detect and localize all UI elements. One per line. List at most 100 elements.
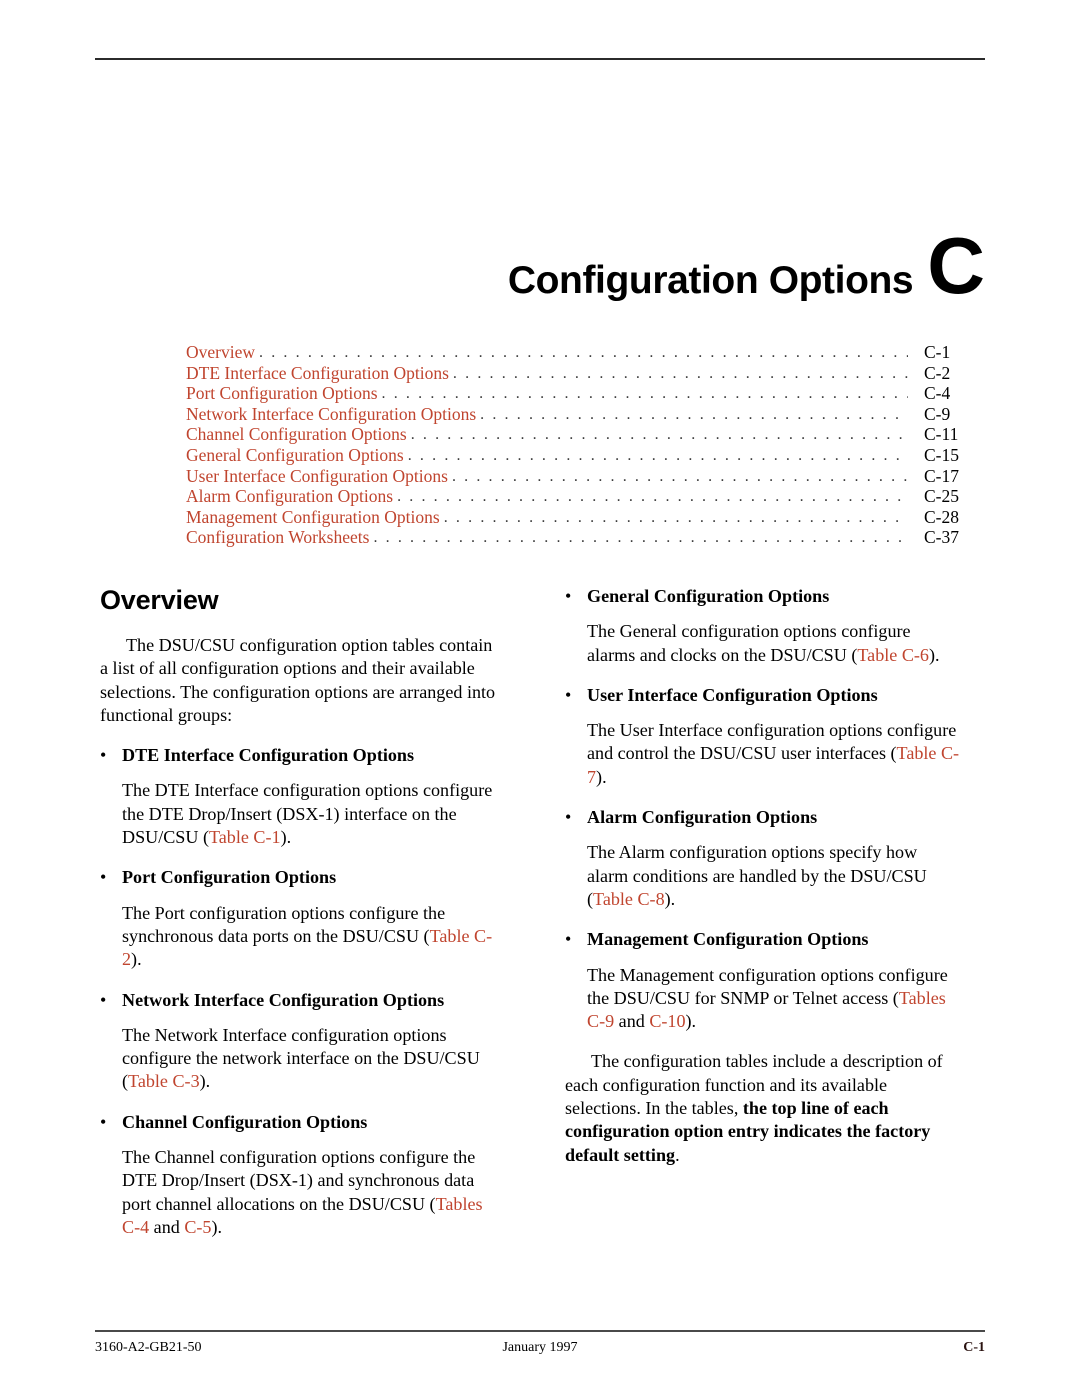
bullet-body-text: ). bbox=[928, 644, 940, 665]
bullet-body-text: The Port configuration options configure… bbox=[122, 902, 446, 946]
toc-leader-dots: . . . . . . . . . . . . . . . . . . . . … bbox=[381, 385, 908, 403]
toc-entry-label: Configuration Worksheets bbox=[186, 527, 370, 548]
toc-entry[interactable]: Management Configuration Options . . . .… bbox=[186, 506, 986, 529]
toc-entry-page: C-17 bbox=[924, 465, 959, 486]
bullet-body-text: ). bbox=[211, 1216, 223, 1237]
cross-reference-link[interactable]: C-10 bbox=[649, 1011, 685, 1031]
footer-page-number: C-1 bbox=[963, 1340, 985, 1355]
cross-reference-link[interactable]: Table C-8 bbox=[593, 889, 665, 909]
toc-entry-label: Port Configuration Options bbox=[186, 383, 378, 404]
toc-leader-dots: . . . . . . . . . . . . . . . . . . . . … bbox=[259, 344, 908, 361]
page-footer: 3160-A2-GB21-50 January 1997 C-1 bbox=[95, 1340, 985, 1364]
bullet-body-text: The Management configuration options con… bbox=[587, 964, 948, 1008]
bullet-item: • Port Configuration Options bbox=[100, 866, 496, 889]
bullet-dot-icon: • bbox=[100, 1111, 107, 1132]
table-of-contents: Overview . . . . . . . . . . . . . . . .… bbox=[186, 342, 986, 549]
cross-reference-link[interactable]: C-5 bbox=[184, 1217, 211, 1237]
bullet-body: The Alarm configuration options specify … bbox=[587, 841, 961, 911]
toc-entry-page: C-4 bbox=[924, 383, 951, 404]
bullet-dot-icon: • bbox=[100, 867, 107, 888]
overview-intro-paragraph: The DSU/CSU configuration option tables … bbox=[100, 635, 496, 725]
toc-entry[interactable]: Overview . . . . . . . . . . . . . . . .… bbox=[186, 342, 986, 364]
toc-leader-dots: . . . . . . . . . . . . . . . . . . . . … bbox=[373, 529, 908, 547]
toc-leader-dots: . . . . . . . . . . . . . . . . . . . . … bbox=[452, 364, 908, 382]
document-page: Configuration Options C Overview . . . . … bbox=[0, 0, 1080, 1397]
toc-entry-page: C-15 bbox=[924, 444, 959, 465]
cross-reference-link[interactable]: Table C-6 bbox=[857, 645, 929, 665]
toc-entry-label: User Interface Configuration Options bbox=[186, 465, 448, 486]
bullet-body-text: and bbox=[614, 1011, 650, 1032]
closing-text-after: . bbox=[675, 1144, 680, 1165]
bullet-body: The User Interface configuration options… bbox=[587, 719, 961, 789]
bullet-heading: Management Configuration Options bbox=[587, 929, 869, 950]
bullet-body: The Network Interface configuration opti… bbox=[122, 1024, 496, 1094]
cross-reference-link[interactable]: Table C-3 bbox=[128, 1071, 200, 1091]
bullet-body: The Management configuration options con… bbox=[587, 964, 961, 1034]
toc-entry[interactable]: Port Configuration Options . . . . . . .… bbox=[186, 384, 986, 405]
bullet-body: The DTE Interface configuration options … bbox=[122, 779, 496, 849]
toc-entry-page: C-2 bbox=[924, 362, 951, 383]
bullet-body-text: ). bbox=[596, 766, 607, 787]
toc-leader-dots: . . . . . . . . . . . . . . . . . . . . … bbox=[480, 405, 908, 423]
footer-rule bbox=[95, 1330, 985, 1332]
chapter-letter: C bbox=[927, 221, 985, 310]
toc-entry[interactable]: General Configuration Options . . . . . … bbox=[186, 444, 986, 467]
bullet-heading: General Configuration Options bbox=[587, 586, 830, 606]
bullet-heading: Alarm Configuration Options bbox=[587, 807, 818, 828]
toc-entry-page: C-1 bbox=[924, 342, 951, 362]
page-title: Overview bbox=[100, 585, 219, 615]
toc-entry-page: C-9 bbox=[924, 403, 951, 424]
right-column: • General Configuration Options The Gene… bbox=[565, 585, 961, 1184]
bullet-body-text: ). bbox=[199, 1071, 211, 1092]
bullet-dot-icon: • bbox=[565, 807, 572, 828]
bullet-body: The Port configuration options configure… bbox=[122, 902, 496, 972]
toc-entry-label: General Configuration Options bbox=[186, 444, 404, 465]
chapter-title: Configuration Options C bbox=[95, 226, 985, 306]
toc-entry[interactable]: Configuration Worksheets . . . . . . . .… bbox=[186, 528, 986, 549]
bullet-item: • Management Configuration Options bbox=[565, 928, 961, 951]
bullet-item: • DTE Interface Configuration Options bbox=[100, 744, 496, 767]
bullet-body-text: ). bbox=[664, 888, 676, 909]
toc-entry[interactable]: Channel Configuration Options . . . . . … bbox=[186, 425, 986, 446]
toc-leader-dots: . . . . . . . . . . . . . . . . . . . . … bbox=[407, 446, 908, 464]
toc-entry-page: C-28 bbox=[924, 506, 959, 527]
bullet-heading: Port Configuration Options bbox=[122, 867, 337, 888]
toc-entry[interactable]: DTE Interface Configuration Options . . … bbox=[186, 362, 986, 385]
bullet-heading: Network Interface Configuration Options bbox=[122, 989, 445, 1010]
bullet-body: The Channel configuration options config… bbox=[122, 1146, 496, 1239]
cross-reference-link[interactable]: Table C-1 bbox=[209, 827, 281, 847]
bullet-body-text: The Channel configuration options config… bbox=[122, 1147, 476, 1214]
bullet-item: • General Configuration Options bbox=[565, 585, 961, 608]
toc-leader-dots: . . . . . . . . . . . . . . . . . . . . … bbox=[451, 467, 908, 485]
toc-entry[interactable]: User Interface Configuration Options . .… bbox=[186, 465, 986, 488]
toc-entry-label: Alarm Configuration Options bbox=[186, 486, 394, 507]
bullet-body-text: ). bbox=[280, 827, 292, 848]
bullet-heading: DTE Interface Configuration Options bbox=[122, 745, 415, 766]
toc-leader-dots: . . . . . . . . . . . . . . . . . . . . … bbox=[410, 426, 908, 444]
bullet-item: • Channel Configuration Options bbox=[100, 1111, 496, 1134]
left-column: Overview The DSU/CSU configuration optio… bbox=[100, 585, 496, 1256]
toc-entry-label: Network Interface Configuration Options bbox=[186, 403, 477, 424]
bullet-dot-icon: • bbox=[565, 929, 572, 950]
header-rule bbox=[95, 58, 985, 60]
bullet-heading: Channel Configuration Options bbox=[122, 1111, 368, 1132]
toc-entry-label: Channel Configuration Options bbox=[186, 424, 407, 445]
bullet-dot-icon: • bbox=[565, 684, 572, 705]
bullet-heading: User Interface Configuration Options bbox=[587, 684, 878, 705]
bullet-item: • User Interface Configuration Options bbox=[565, 684, 961, 707]
footer-date: January 1997 bbox=[502, 1340, 578, 1355]
bullet-body-text: The DTE Interface configuration options … bbox=[122, 780, 493, 848]
toc-entry-label: Management Configuration Options bbox=[186, 506, 440, 527]
toc-entry[interactable]: Alarm Configuration Options . . . . . . … bbox=[186, 487, 986, 508]
bullet-body: The General configuration options config… bbox=[587, 620, 961, 667]
toc-entry-page: C-37 bbox=[924, 527, 959, 548]
bullet-dot-icon: • bbox=[100, 745, 107, 766]
bullet-body-text: ). bbox=[131, 949, 142, 970]
toc-entry-page: C-11 bbox=[924, 424, 959, 445]
bullet-body-text: ). bbox=[685, 1011, 697, 1032]
toc-entry-page: C-25 bbox=[924, 486, 959, 507]
bullet-dot-icon: • bbox=[565, 586, 572, 606]
bullet-dot-icon: • bbox=[100, 989, 107, 1010]
toc-entry[interactable]: Network Interface Configuration Options … bbox=[186, 403, 986, 426]
bullet-item: • Network Interface Configuration Option… bbox=[100, 989, 496, 1012]
